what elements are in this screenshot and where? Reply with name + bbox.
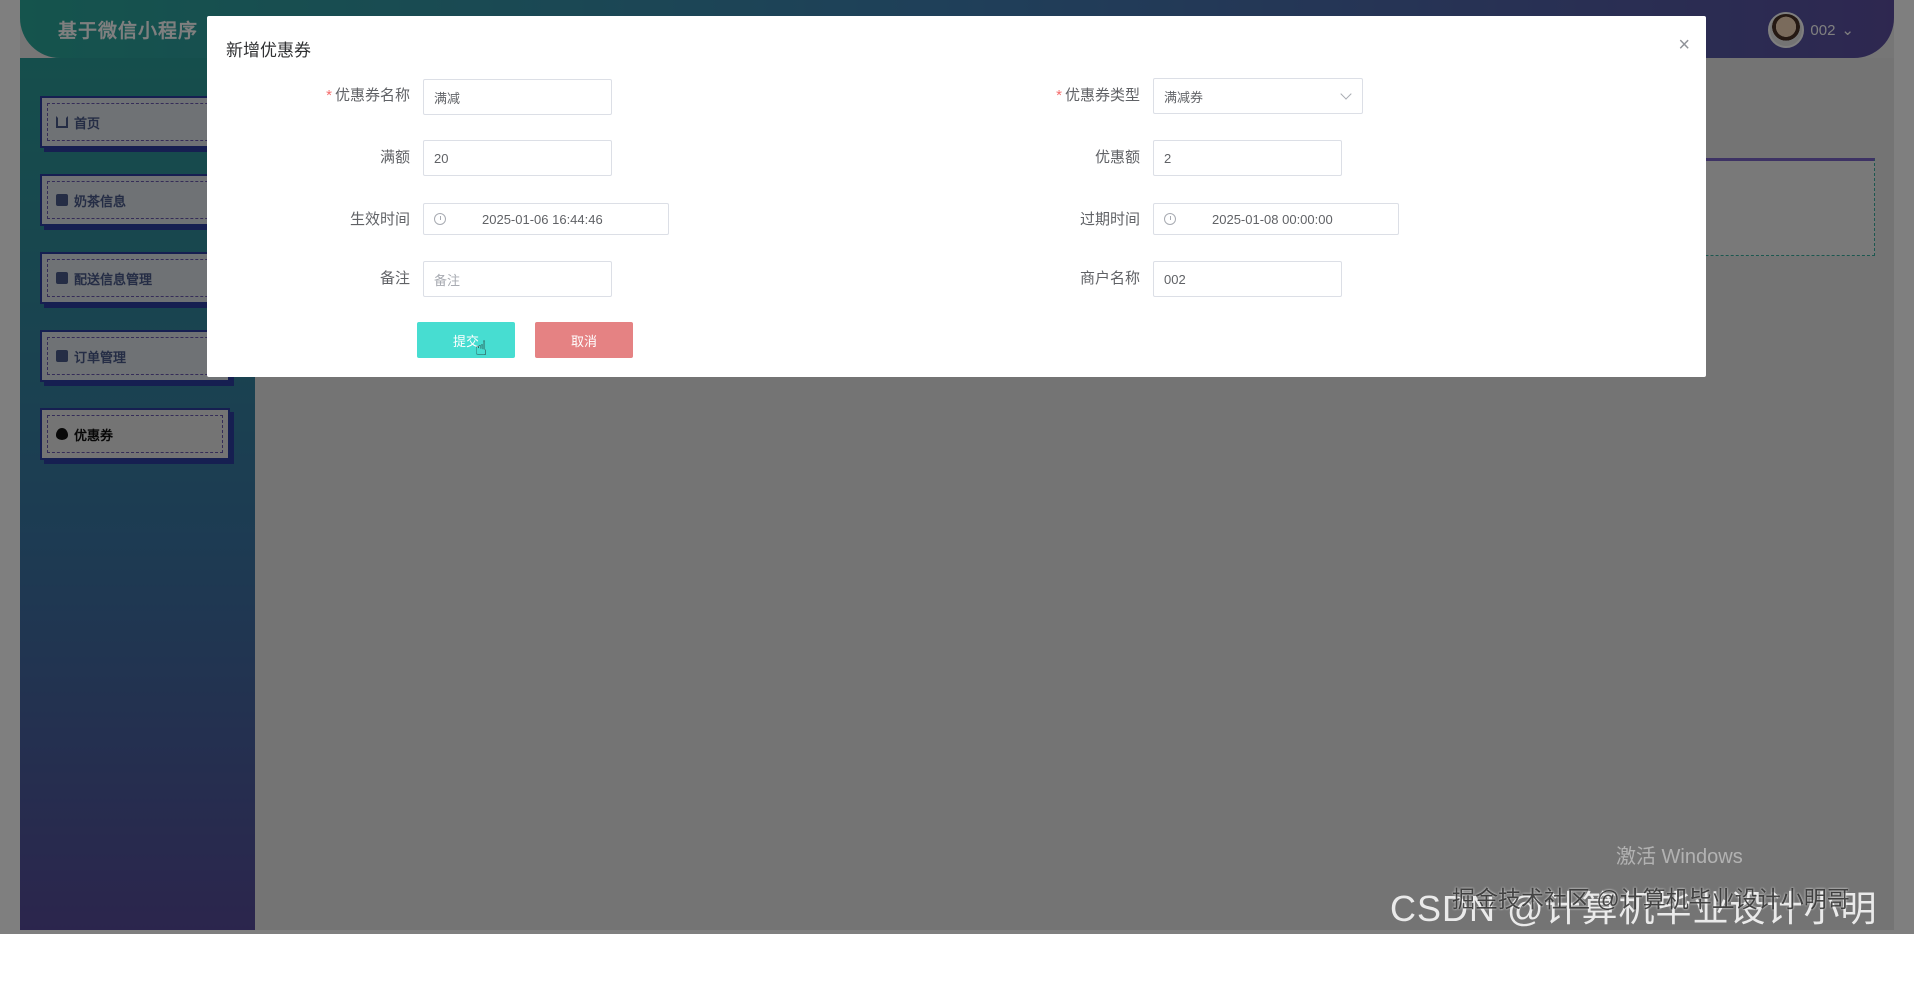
coupon-type-select[interactable]: 满减券 [1153,78,1363,114]
close-icon[interactable]: × [1678,34,1690,57]
discount-label: 优惠额 [1094,149,1140,166]
required-mark: * [1056,87,1062,104]
threshold-input[interactable]: 20 [423,140,612,176]
add-coupon-dialog: 新增优惠券 × * 优惠券名称 满减 * 优惠券类型 满减券 满额 20 优惠额 2… [207,16,1706,377]
required-mark: * [326,87,332,104]
merchant-name-label: 商户名称 [1079,270,1140,287]
expire-time-value: 2025-01-08 00:00:00 [1212,211,1333,227]
chevron-down-icon [1340,88,1352,100]
remark-input[interactable]: 备注 [423,261,612,297]
expire-time-label: 过期时间 [1079,211,1140,228]
windows-activation-watermark: 激活 Windows [1616,846,1743,868]
merchant-name-input[interactable]: 002 [1153,261,1342,297]
coupon-name-label: * 优惠券名称 [326,87,410,104]
clock-icon [434,213,446,225]
start-time-picker[interactable]: 2025-01-06 16:44:46 [423,203,669,235]
start-time-label: 生效时间 [349,211,410,228]
coupon-type-value: 满减券 [1164,89,1204,105]
hand-cursor-icon: ☝ [475,338,488,360]
discount-input[interactable]: 2 [1153,140,1342,176]
start-time-value: 2025-01-06 16:44:46 [482,211,603,227]
coupon-name-input[interactable]: 满减 [423,79,612,115]
expire-time-picker[interactable]: 2025-01-08 00:00:00 [1153,203,1399,235]
submit-button[interactable]: 提交 [417,322,515,358]
clock-icon [1164,213,1176,225]
remark-label: 备注 [379,270,410,287]
dialog-title: 新增优惠券 [226,41,311,60]
juejin-watermark: 掘金技术社区 @计算机毕业设计小明哥 [1452,886,1850,912]
coupon-type-label: * 优惠券类型 [1056,87,1140,104]
threshold-label: 满额 [379,149,410,166]
cancel-button[interactable]: 取消 [535,322,633,358]
